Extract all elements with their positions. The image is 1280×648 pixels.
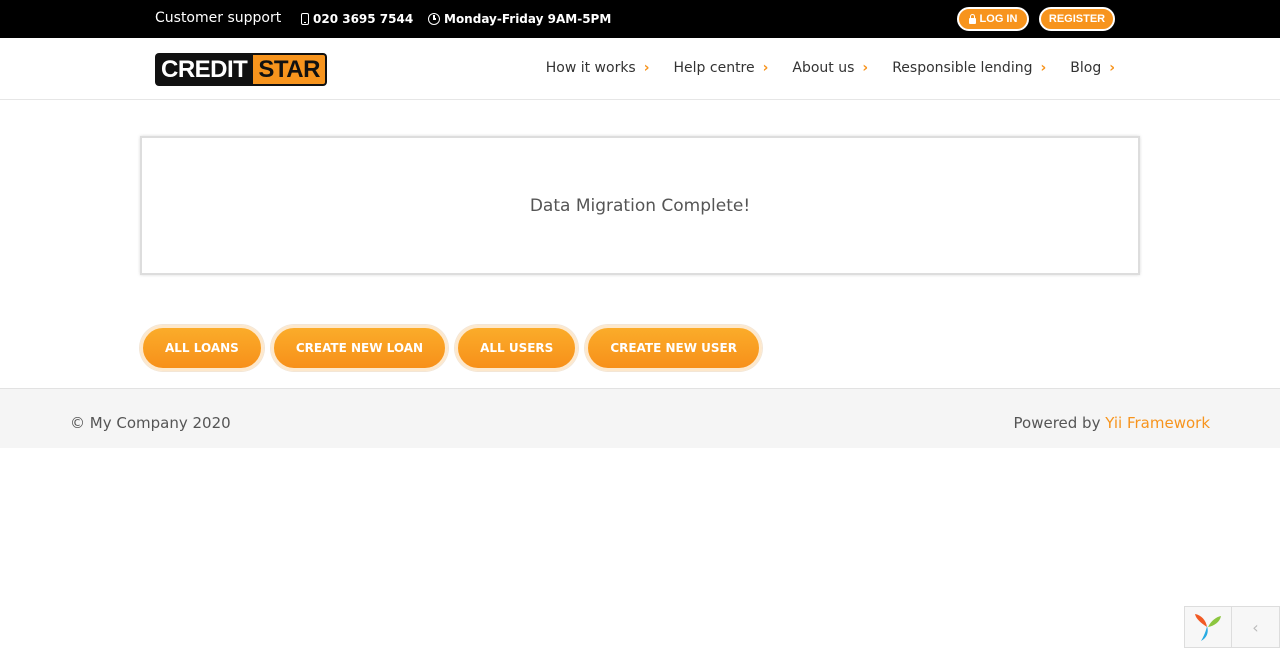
powered-by-prefix: Powered by (1013, 414, 1106, 432)
status-message: Data Migration Complete! (529, 195, 751, 216)
status-panel: Data Migration Complete! (140, 136, 1140, 275)
yii-logo-icon[interactable] (1185, 607, 1232, 647)
button-label: CREATE NEW LOAN (295, 341, 424, 355)
nav-item-label: Help centre (673, 60, 755, 76)
nav-item-label: About us (792, 60, 855, 76)
customer-support-label: Customer support (155, 10, 282, 26)
nav-responsible-lending[interactable]: Responsible lending › (892, 60, 1046, 76)
top-bar: Customer support 020 3695 7544 Monday-Fr… (0, 0, 1280, 38)
main-navbar: CREDIT STAR How it works › Help centre ›… (0, 38, 1280, 100)
chevron-left-icon: ‹ (1252, 617, 1259, 637)
debug-toolbar: ‹ (1184, 606, 1280, 648)
nav-item-label: How it works (545, 60, 636, 76)
main-nav: How it works › Help centre › About us › … (522, 60, 1115, 76)
nav-item-label: Blog (1070, 60, 1102, 76)
chevron-right-icon: › (762, 60, 769, 76)
button-label: ALL USERS (480, 341, 554, 355)
logo-star-text: STAR (253, 53, 327, 86)
login-button-label: LOG IN (979, 13, 1018, 25)
phone-number[interactable]: 020 3695 7544 (301, 12, 413, 26)
nav-about-us[interactable]: About us › (792, 60, 868, 76)
debug-toggle-button[interactable]: ‹ (1232, 607, 1279, 647)
create-new-user-button[interactable]: CREATE NEW USER (585, 325, 762, 371)
chevron-right-icon: › (862, 60, 869, 76)
footer: © My Company 2020 Powered by Yii Framewo… (0, 388, 1280, 448)
clock-icon (428, 13, 440, 25)
create-new-loan-button[interactable]: CREATE NEW LOAN (270, 325, 449, 371)
button-label: CREATE NEW USER (610, 341, 737, 355)
button-label: ALL LOANS (165, 341, 239, 355)
chevron-right-icon: › (1109, 60, 1115, 76)
phone-icon (301, 13, 309, 25)
powered-by: Powered by Yii Framework (1014, 414, 1210, 432)
lock-icon (968, 13, 976, 24)
nav-blog[interactable]: Blog › (1070, 60, 1115, 76)
register-button-label: REGISTER (1048, 13, 1106, 25)
chevron-right-icon: › (643, 60, 650, 76)
phone-number-text: 020 3695 7544 (313, 12, 414, 26)
business-hours-text: Monday-Friday 9AM-5PM (444, 12, 612, 26)
action-buttons: ALL LOANS CREATE NEW LOAN ALL USERS CREA… (140, 325, 762, 371)
login-button[interactable]: LOG IN (957, 7, 1029, 31)
all-loans-button[interactable]: ALL LOANS (140, 325, 264, 371)
chevron-right-icon: › (1040, 60, 1047, 76)
nav-how-it-works[interactable]: How it works › (546, 60, 650, 76)
all-users-button[interactable]: ALL USERS (455, 325, 579, 371)
yii-framework-link[interactable]: Yii Framework (1105, 414, 1210, 432)
copyright-text: © My Company 2020 (70, 414, 231, 432)
logo-credit-text: CREDIT (155, 53, 254, 86)
nav-help-centre[interactable]: Help centre › (674, 60, 769, 76)
creditstar-logo[interactable]: CREDIT STAR (155, 53, 327, 86)
register-button[interactable]: REGISTER (1039, 7, 1115, 31)
nav-item-label: Responsible lending (892, 60, 1033, 76)
business-hours: Monday-Friday 9AM-5PM (428, 12, 611, 26)
